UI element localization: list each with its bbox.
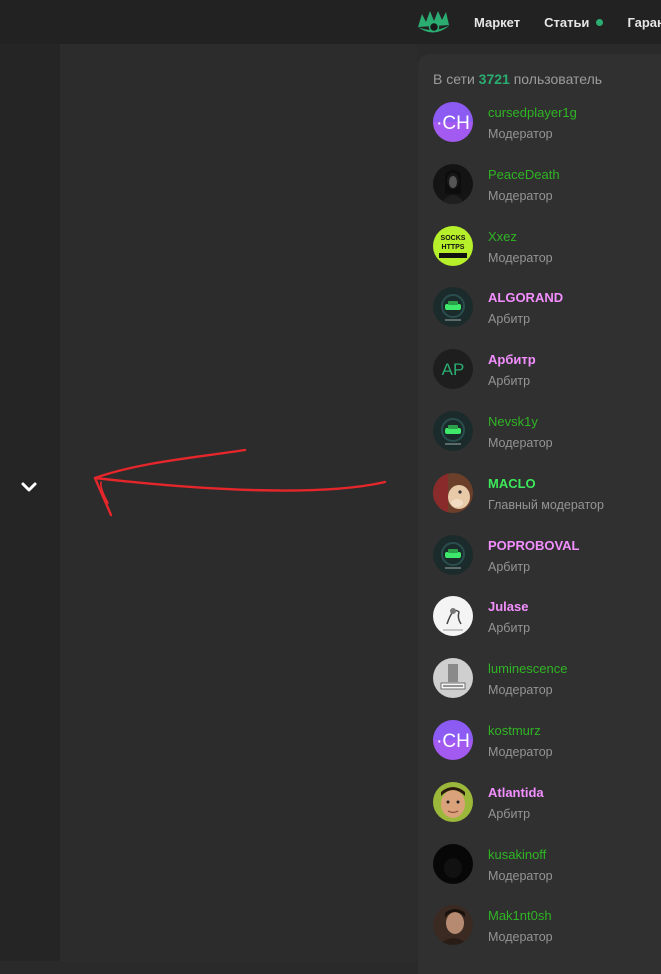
user-list-item[interactable]: ·CH kostmurz Модератор bbox=[433, 719, 661, 782]
avatar[interactable]: SOCKS HTTPS bbox=[433, 225, 473, 266]
user-list-item[interactable]: PeaceDeath Модератор bbox=[433, 163, 661, 226]
avatar[interactable] bbox=[433, 843, 473, 884]
user-list-item[interactable]: SOCKS HTTPS Xxez Модератор bbox=[433, 225, 661, 288]
svg-text:HTTPS: HTTPS bbox=[442, 244, 465, 251]
top-navigation-bar: Маркет Статьи Гарант bbox=[0, 0, 661, 44]
user-list-item[interactable]: MACLO Главный модератор bbox=[433, 472, 661, 535]
chevron-down-icon[interactable] bbox=[19, 477, 39, 497]
username-link[interactable]: kostmurz bbox=[488, 723, 541, 738]
user-role: Арбитр bbox=[488, 559, 531, 574]
user-list-item[interactable]: AP Арбитр Арбитр bbox=[433, 349, 661, 411]
avatar[interactable] bbox=[433, 534, 473, 575]
user-role: Модератор bbox=[488, 250, 553, 265]
online-count: 3721 bbox=[478, 71, 510, 87]
online-users-list: ·CH cursedplayer1g Модератор PeaceDeath Моде… bbox=[433, 102, 661, 967]
user-role: Модератор bbox=[488, 683, 553, 698]
avatar[interactable] bbox=[433, 410, 473, 451]
user-list-item[interactable]: Nevsk1y Модератор bbox=[433, 410, 661, 473]
username-link[interactable]: PeaceDeath bbox=[488, 167, 560, 182]
user-role: Арбитр bbox=[488, 621, 531, 636]
user-role: Модератор bbox=[488, 435, 553, 450]
avatar[interactable] bbox=[433, 658, 473, 699]
user-list-item[interactable]: ALGORAND Арбитр bbox=[433, 287, 661, 349]
avatar[interactable] bbox=[433, 472, 473, 513]
left-sidebar bbox=[0, 44, 60, 961]
avatar[interactable] bbox=[433, 596, 473, 637]
user-role: Арбитр bbox=[488, 374, 531, 389]
online-users-header: В сети 3721 пользователь bbox=[433, 71, 602, 87]
user-list-item[interactable]: Julase Арбитр bbox=[433, 596, 661, 658]
username-link[interactable]: Nevsk1y bbox=[488, 414, 538, 429]
new-content-dot-icon bbox=[596, 18, 604, 26]
username-link[interactable]: Atlantida bbox=[488, 785, 544, 800]
user-list-item[interactable]: ·CH cursedplayer1g Модератор bbox=[433, 102, 661, 164]
eye-logo-icon[interactable] bbox=[416, 7, 452, 37]
avatar[interactable]: AP bbox=[433, 349, 473, 390]
username-link[interactable]: MACLO bbox=[488, 476, 536, 491]
user-list-item[interactable]: POPROBOVAL Арбитр bbox=[433, 534, 661, 597]
username-link[interactable]: cursedplayer1g bbox=[488, 105, 577, 120]
user-role: Модератор bbox=[488, 188, 553, 203]
user-role: Модератор bbox=[488, 744, 553, 759]
user-list-item[interactable]: kusakinoff Модератор bbox=[433, 843, 661, 906]
nav-item[interactable]: Маркет bbox=[474, 15, 520, 30]
main-content-area bbox=[60, 44, 417, 961]
svg-text:·CH: ·CH bbox=[436, 731, 470, 752]
nav-item-label: Статьи bbox=[544, 14, 590, 30]
nav-item-label: Маркет bbox=[474, 14, 521, 30]
avatar[interactable] bbox=[433, 905, 473, 946]
user-role: Арбитр bbox=[488, 806, 531, 821]
avatar[interactable] bbox=[433, 781, 473, 822]
main-nav: Маркет Статьи Гарант bbox=[474, 0, 661, 44]
user-list-item[interactable]: Atlantida Арбитр bbox=[433, 781, 661, 844]
avatar[interactable]: ·CH bbox=[433, 102, 473, 142]
user-role: Главный модератор bbox=[488, 497, 604, 512]
user-role: Модератор bbox=[488, 930, 553, 945]
user-role: Модератор bbox=[488, 868, 553, 883]
svg-text:SOCKS: SOCKS bbox=[441, 235, 466, 242]
svg-text:AP: AP bbox=[442, 360, 465, 379]
user-role: Модератор bbox=[488, 127, 553, 141]
user-list-item[interactable]: Mak1nt0sh Модератор bbox=[433, 905, 661, 967]
nav-item-label: Гарант bbox=[627, 14, 661, 30]
avatar[interactable] bbox=[433, 287, 473, 328]
svg-text:·CH: ·CH bbox=[436, 113, 470, 134]
username-link[interactable]: POPROBOVAL bbox=[488, 538, 580, 553]
username-link[interactable]: Xxez bbox=[488, 229, 517, 244]
username-link[interactable]: Арбитр bbox=[488, 352, 536, 367]
username-link[interactable]: ALGORAND bbox=[488, 290, 563, 305]
online-users-panel: В сети 3721 пользователь ·CH cursedplayer… bbox=[418, 54, 661, 974]
username-link[interactable]: Mak1nt0sh bbox=[488, 908, 552, 923]
avatar[interactable]: ·CH bbox=[433, 719, 473, 760]
nav-item[interactable]: Гарант bbox=[627, 15, 661, 30]
online-suffix: пользователь bbox=[513, 71, 603, 87]
username-link[interactable]: kusakinoff bbox=[488, 847, 546, 862]
online-prefix: В сети bbox=[433, 71, 475, 87]
username-link[interactable]: Julase bbox=[488, 599, 528, 614]
username-link[interactable]: luminescence bbox=[488, 661, 568, 676]
user-list-item[interactable]: luminescence Модератор bbox=[433, 658, 661, 720]
nav-item[interactable]: Статьи bbox=[544, 14, 604, 30]
avatar[interactable] bbox=[433, 163, 473, 204]
user-role: Арбитр bbox=[488, 312, 531, 327]
